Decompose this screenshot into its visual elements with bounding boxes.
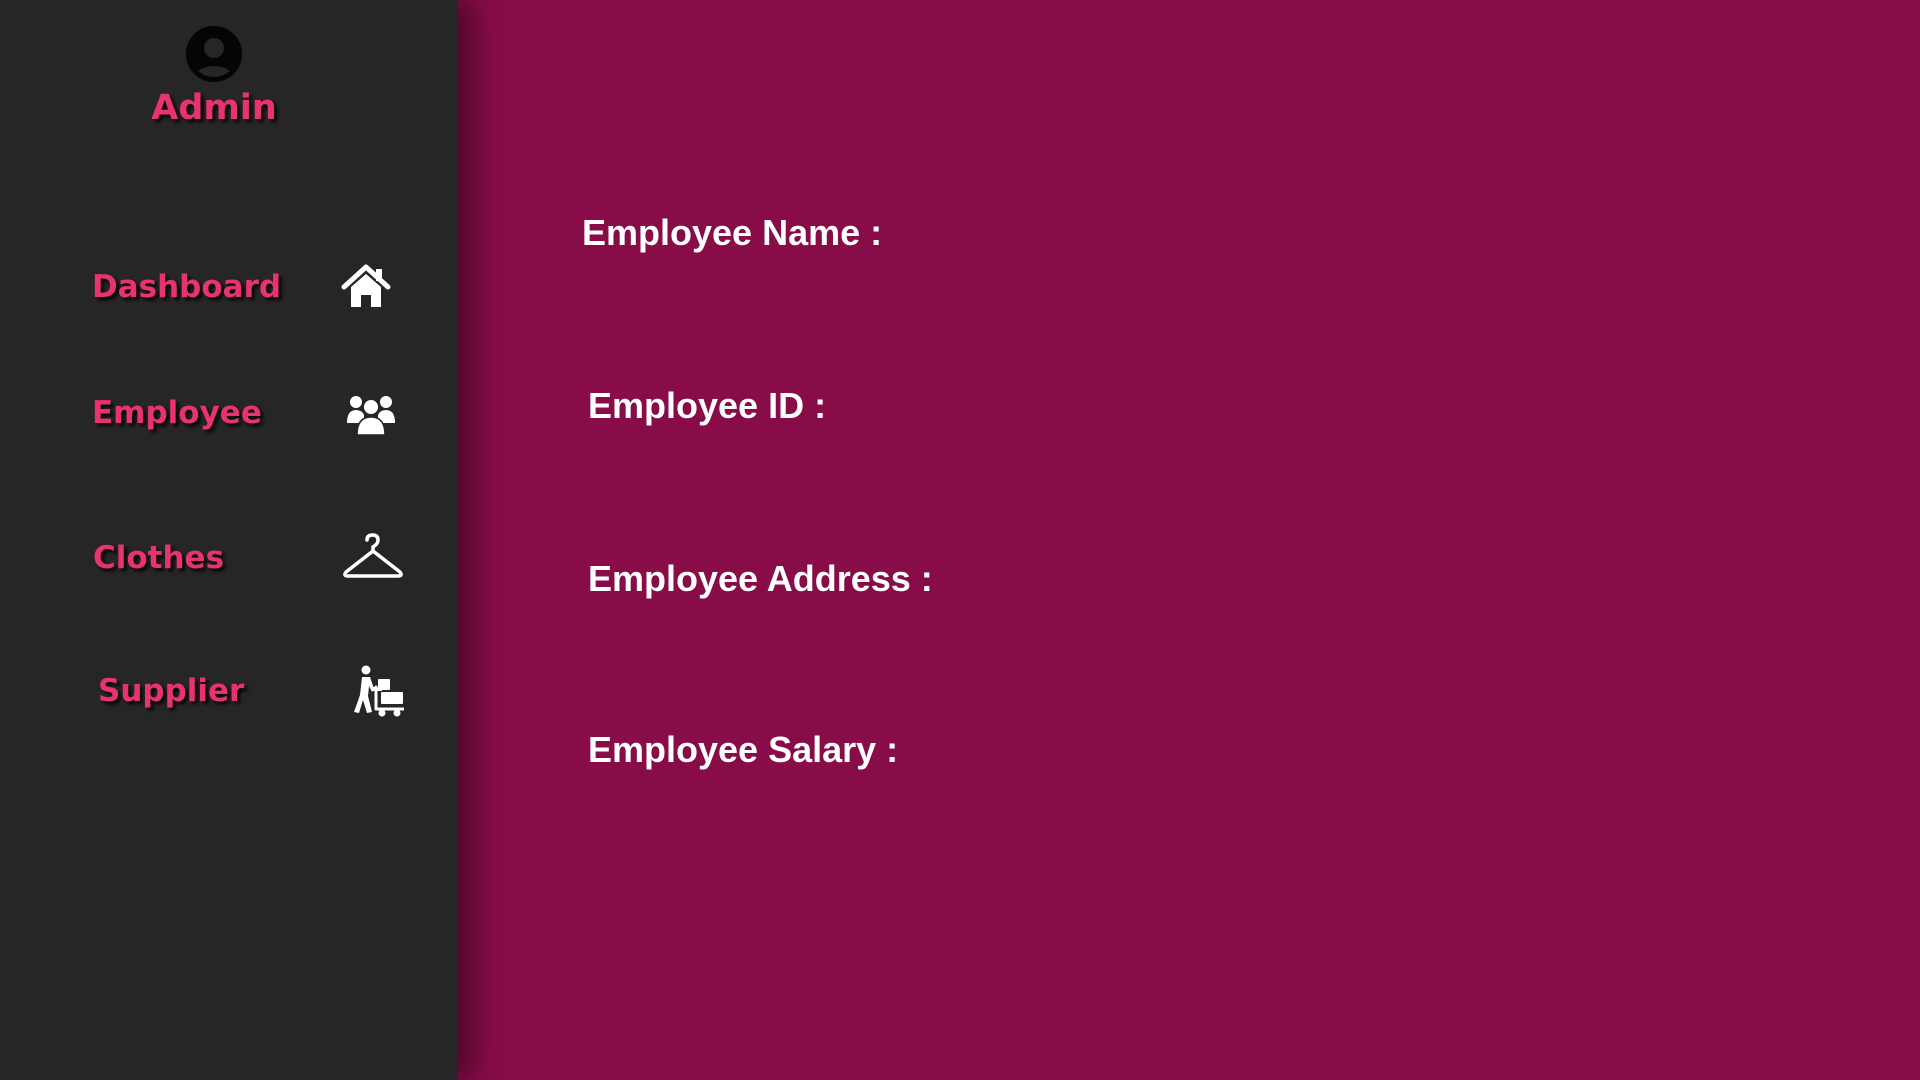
sidebar-item-dashboard[interactable]: Dashboard (70, 247, 420, 327)
app-window: Admin Dashboard Employee Clothes Supplie… (0, 0, 1920, 1080)
home-icon (340, 261, 392, 313)
delivery-person-cart-icon (352, 665, 405, 717)
sidebar-item-label: Employee (92, 395, 262, 431)
sidebar-item-label: Clothes (93, 540, 225, 576)
hanger-icon (342, 532, 404, 584)
employee-id-label: Employee ID : (588, 385, 827, 426)
main-content: Employee Name : Employee ID : Employee A… (458, 0, 1920, 1080)
employee-name-label: Employee Name : (582, 212, 883, 253)
employee-salary-label: Employee Salary : (588, 729, 899, 770)
users-group-icon (345, 387, 397, 439)
sidebar-item-clothes[interactable]: Clothes (70, 518, 420, 598)
sidebar-item-label: Dashboard (92, 269, 282, 305)
admin-username: Admin (151, 88, 277, 128)
sidebar-item-supplier[interactable]: Supplier (70, 651, 420, 731)
sidebar-item-label: Supplier (98, 673, 245, 709)
sidebar: Admin Dashboard Employee Clothes Supplie… (0, 0, 458, 1080)
user-avatar-icon (186, 26, 242, 82)
employee-address-label: Employee Address : (588, 558, 933, 599)
sidebar-item-employee[interactable]: Employee (70, 373, 420, 453)
